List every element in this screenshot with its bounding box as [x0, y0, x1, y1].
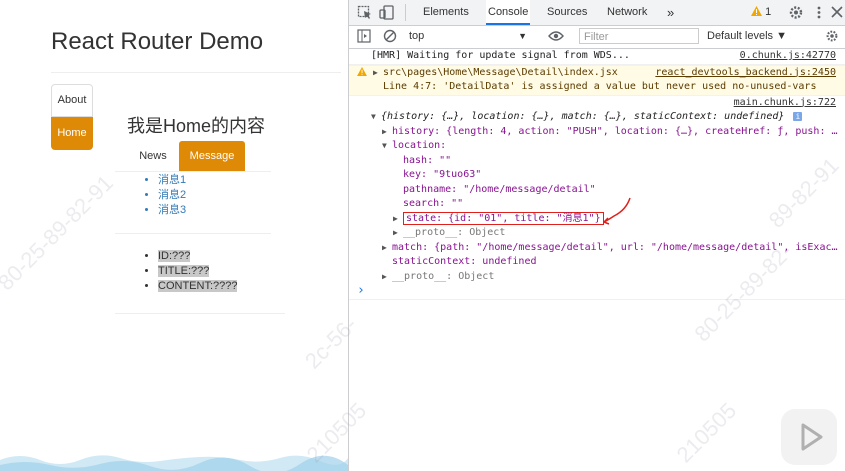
message-link-3[interactable]: 消息3 [158, 204, 186, 216]
detail-content-text: CONTENT:???? [158, 280, 238, 292]
match-row[interactable]: ▶ match: {path: "/home/message/detail", u… [349, 241, 845, 256]
location-row[interactable]: ▼ location: [349, 139, 845, 154]
list-item: 消息2 [158, 188, 186, 203]
pathname-row: pathname: "/home/message/detail" [403, 183, 596, 195]
collapse-triangle-icon[interactable]: ▼ [371, 110, 381, 125]
expand-triangle-icon[interactable]: ▶ [382, 125, 392, 140]
close-devtools-icon[interactable] [829, 5, 845, 20]
page-title: React Router Demo [51, 28, 264, 55]
list-item: 消息1 [158, 173, 186, 188]
expand-triangle-icon[interactable]: ▶ [382, 241, 392, 256]
devtools-panel: Elements Console Sources Network » 1 top… [348, 0, 845, 471]
state-highlight: state: {id: "01", title: "消息1"} [403, 211, 604, 225]
console-message-hmr: [HMR] Waiting for update signal from WDS… [349, 49, 845, 65]
context-value: top [409, 30, 425, 42]
log-levels-dropdown[interactable]: Default levels ▼ [707, 28, 787, 45]
nav-link-about[interactable]: About [51, 84, 93, 117]
expand-triangle-icon[interactable]: ▶ [393, 212, 403, 227]
proto-text: __proto__: Object [403, 227, 506, 238]
history-text: history: {length: 4, action: "PUSH", loc… [392, 125, 838, 137]
warning-message: Line 4:7: 'DetailData' is assigned a val… [383, 81, 817, 92]
device-toolbar-icon[interactable] [379, 5, 395, 20]
play-icon [801, 423, 823, 451]
expand-triangle-icon[interactable]: ▶ [393, 226, 403, 241]
context-select[interactable]: top ▼ [409, 28, 529, 45]
console-settings-gear-icon[interactable] [825, 29, 839, 43]
subnav-divider [115, 171, 271, 172]
message-link-1[interactable]: 消息1 [158, 174, 186, 186]
proto-row-2[interactable]: ▶ __proto__: Object [349, 270, 845, 285]
match-text: match: {path: "/home/message/detail", ur… [392, 241, 838, 253]
warning-source-link[interactable]: react_devtools_backend.js:2450 [655, 66, 836, 81]
react-app-page: React Router Demo About Home 我是Home的内容 N… [0, 0, 348, 471]
hmr-source-link[interactable]: 0.chunk.js:42770 [740, 49, 836, 64]
live-expression-eye-icon[interactable] [548, 30, 564, 42]
history-row[interactable]: ▶ history: {length: 4, action: "PUSH", lo… [349, 125, 845, 140]
expand-triangle-icon[interactable]: ▶ [373, 66, 383, 81]
warning-path: src\pages\Home\Message\Detail\index.jsx [383, 66, 618, 78]
console-output: [HMR] Waiting for update signal from WDS… [349, 49, 845, 300]
search-row: search: "" [403, 198, 464, 209]
props-summary: {history: {…}, location: {…}, match: {…}… [381, 111, 785, 122]
props-object-row[interactable]: ▼ {history: {…}, location: {…}, match: {…… [349, 110, 845, 125]
annotation-arrow-icon [603, 197, 631, 225]
detail-divider [115, 313, 285, 314]
main-chunk-source-row: main.chunk.js:722 [349, 96, 845, 111]
chevron-down-icon: ▼ [518, 31, 527, 41]
detail-content: CONTENT:???? [158, 279, 238, 294]
tab-network[interactable]: Network [607, 0, 647, 25]
clear-console-icon[interactable] [383, 29, 397, 43]
decorative-wave [0, 455, 348, 471]
detail-title-text: TITLE:??? [158, 265, 210, 277]
sidebar-toggle-icon[interactable] [357, 29, 371, 43]
main-source-link[interactable]: main.chunk.js:722 [734, 96, 836, 111]
console-prompt[interactable]: › [349, 283, 845, 300]
detail-title: TITLE:??? [158, 264, 237, 279]
proto-text-2: __proto__: Object [392, 270, 495, 282]
inspect-element-icon[interactable] [357, 5, 373, 20]
devtools-tab-bar: Elements Console Sources Network » 1 [349, 0, 845, 26]
console-warning: ▶ src\pages\Home\Message\Detail\index.jsx… [349, 64, 845, 96]
tab-sources[interactable]: Sources [547, 0, 587, 25]
key-row: key: "9tuo63" [403, 169, 482, 180]
tab-elements[interactable]: Elements [423, 0, 469, 25]
more-options-icon[interactable] [811, 5, 827, 20]
expand-triangle-icon[interactable]: ▶ [382, 270, 392, 285]
detail-id: ID:??? [158, 249, 237, 264]
warning-header: ▶ src\pages\Home\Message\Detail\index.jsx… [349, 66, 845, 81]
filter-input[interactable]: Filter [579, 28, 699, 44]
message-link-2[interactable]: 消息2 [158, 189, 186, 201]
warning-count: 1 [765, 6, 772, 18]
header-divider [51, 72, 341, 73]
console-toolbar: top ▼ Filter Default levels ▼ [349, 26, 845, 49]
proto-row[interactable]: ▶ __proto__: Object [349, 226, 845, 241]
nav-link-home[interactable]: Home [51, 117, 93, 150]
warning-icon [751, 6, 762, 16]
location-label: location: [392, 140, 447, 151]
state-row[interactable]: ▶ state: {id: "01", title: "消息1"} [349, 211, 845, 227]
hmr-text: [HMR] Waiting for update signal from WDS… [371, 50, 630, 61]
more-tabs-icon[interactable]: » [667, 0, 674, 25]
static-context-row: staticContext: undefined [392, 256, 537, 267]
detail-list: ID:??? TITLE:??? CONTENT:???? [144, 249, 238, 294]
side-nav: About Home [51, 84, 93, 150]
message-list: 消息1 消息2 消息3 [144, 173, 186, 218]
warning-counter[interactable]: 1 [751, 0, 771, 25]
toolbar-separator [405, 4, 406, 21]
info-icon: i [793, 112, 803, 121]
tab-news[interactable]: News [130, 141, 176, 171]
warning-icon [357, 66, 367, 76]
list-divider [115, 233, 271, 234]
detail-id-text: ID:??? [158, 250, 191, 262]
settings-gear-icon[interactable] [788, 5, 804, 20]
list-item: 消息3 [158, 203, 186, 218]
collapse-triangle-icon[interactable]: ▼ [382, 139, 392, 154]
home-heading: 我是Home的内容 [127, 116, 266, 136]
hash-row: hash: "" [403, 154, 452, 166]
video-play-button[interactable] [781, 409, 837, 465]
tab-message[interactable]: Message [179, 141, 245, 171]
tab-console[interactable]: Console [486, 0, 531, 25]
